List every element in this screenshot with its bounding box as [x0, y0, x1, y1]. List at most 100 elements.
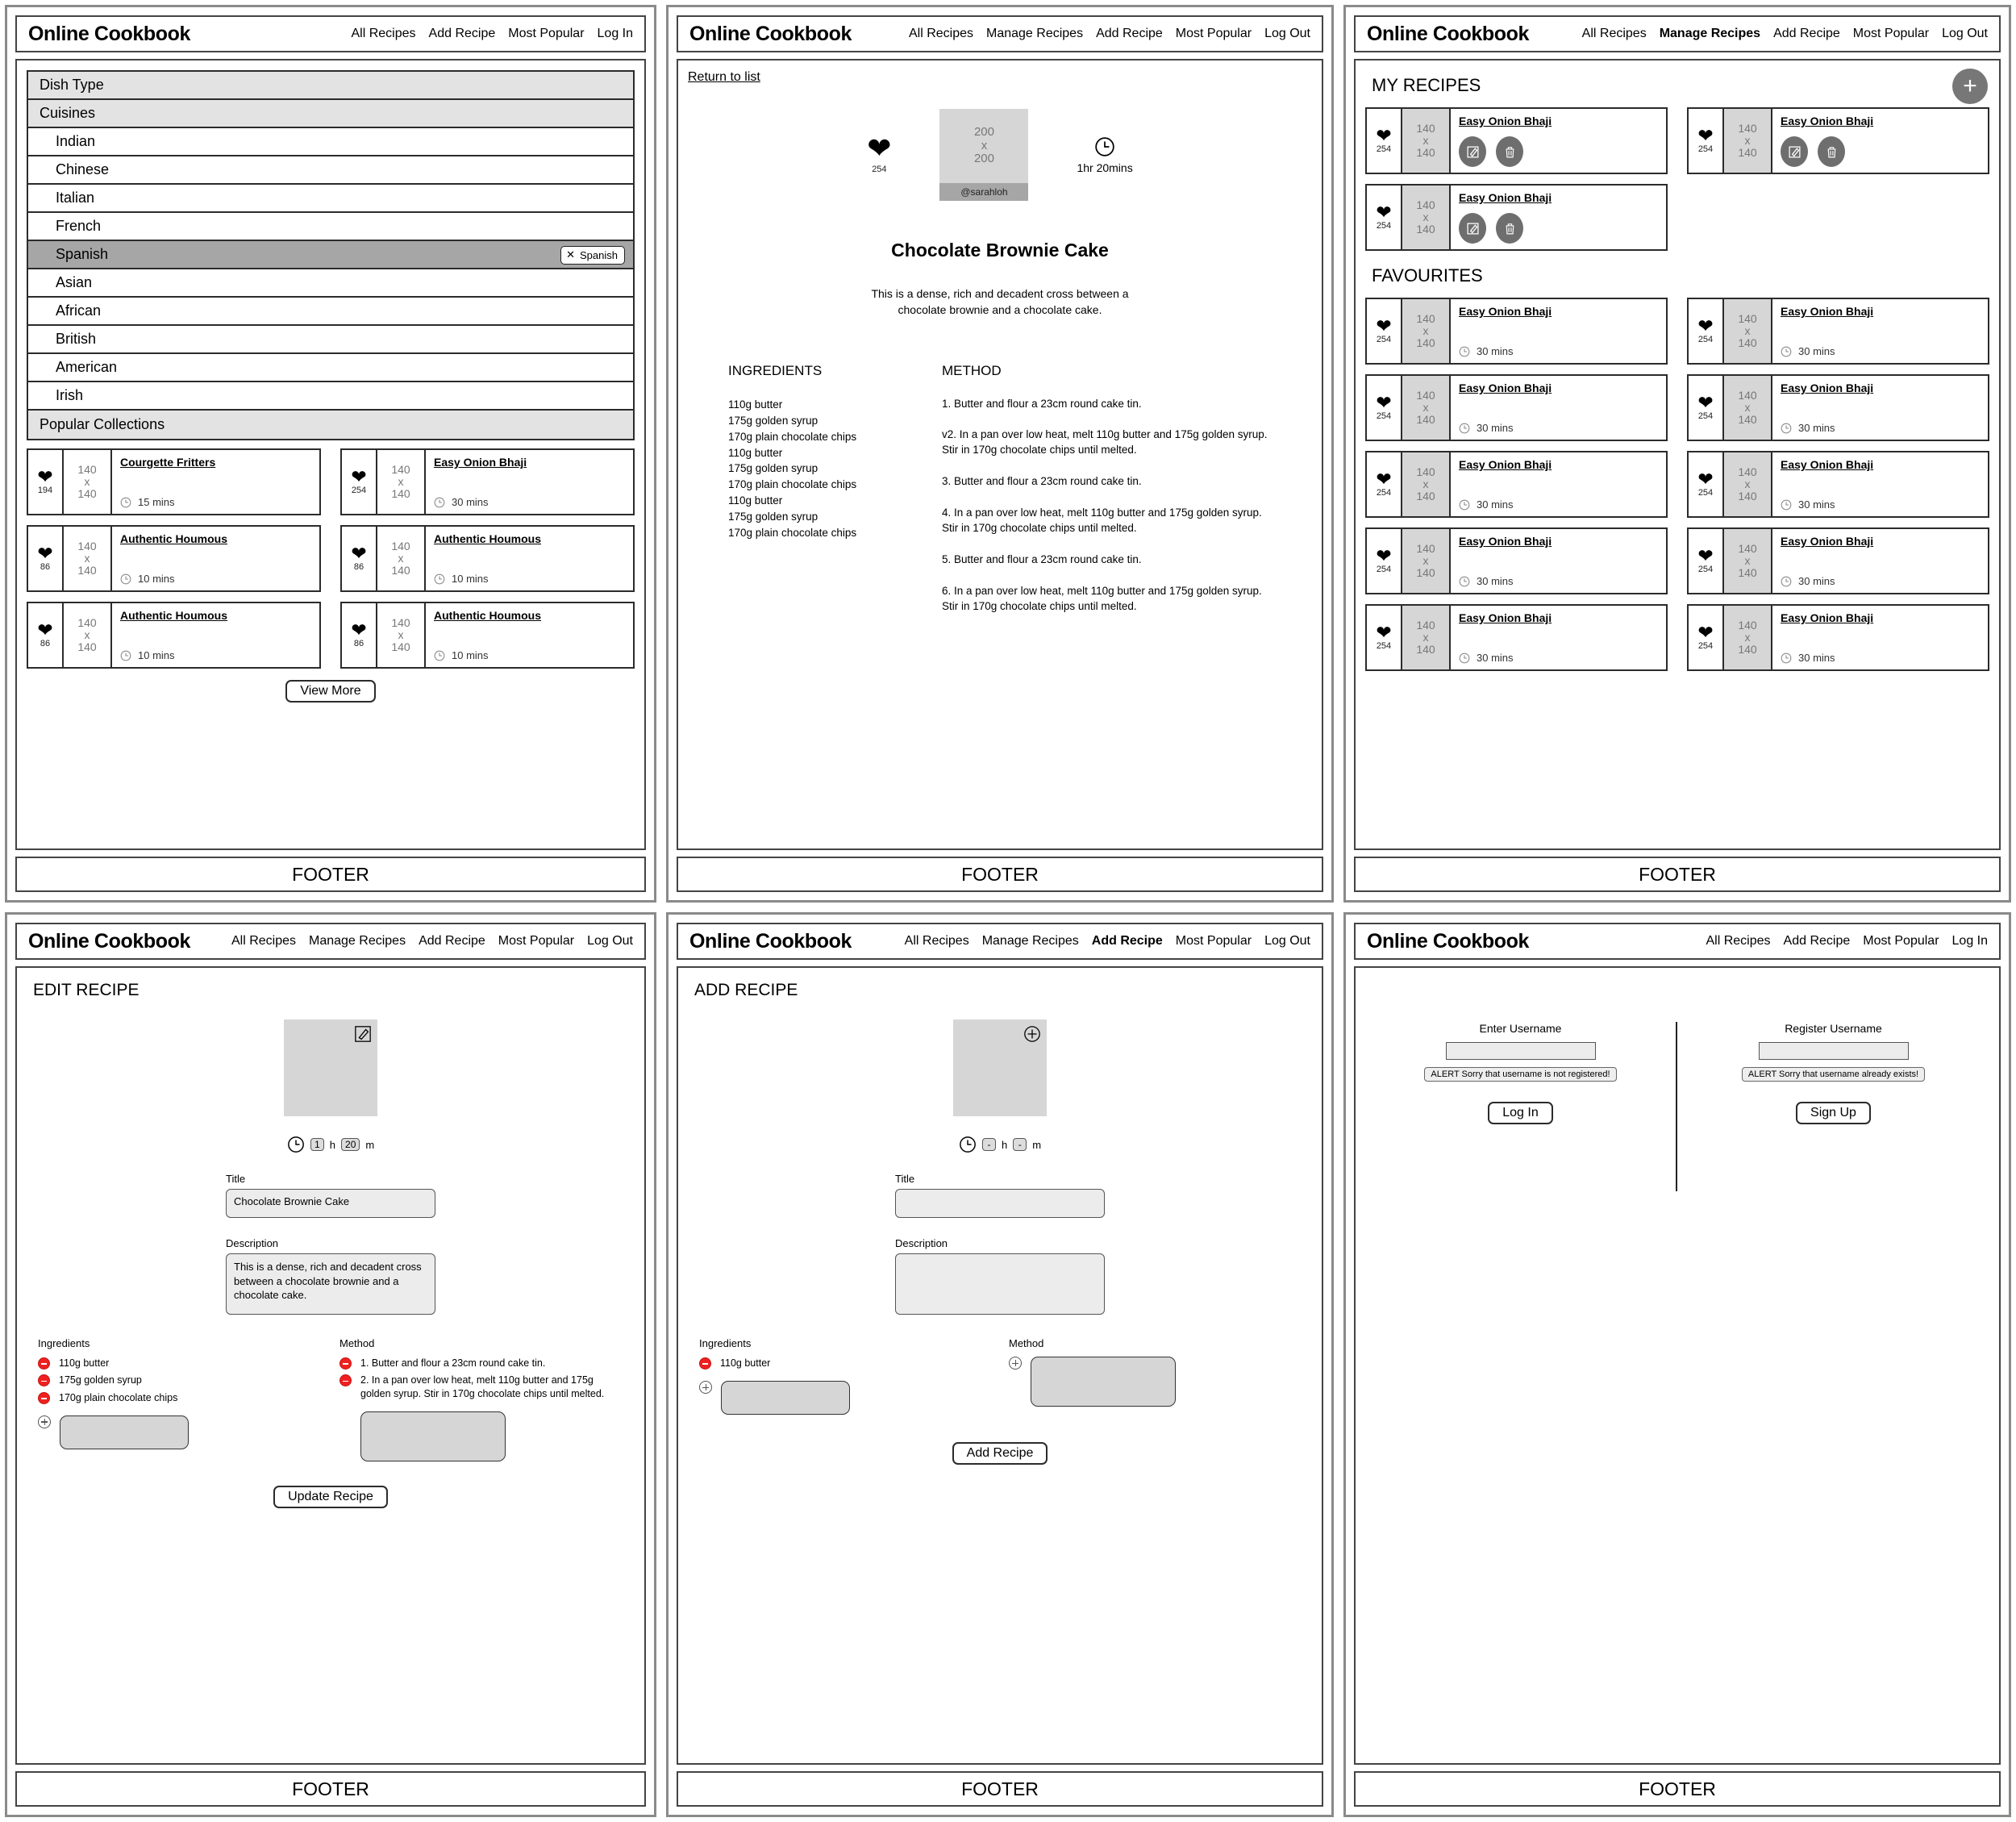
recipe-card-title[interactable]: Easy Onion Bhaji — [1459, 305, 1658, 318]
accordion-row-indian[interactable]: Indian — [28, 128, 633, 156]
nav-add-recipe[interactable]: Add Recipe — [1092, 934, 1163, 949]
nav-add-recipe[interactable]: Add Recipe — [429, 27, 496, 41]
title-input[interactable]: Chocolate Brownie Cake — [226, 1189, 435, 1218]
login-username-input[interactable] — [1445, 1042, 1596, 1060]
brand-logo[interactable]: Online Cookbook — [689, 930, 852, 953]
favourite-counter[interactable]: ❤ 254 — [342, 450, 377, 514]
favourite-counter[interactable]: ❤ 254 — [1367, 606, 1402, 669]
edit-pencil-icon[interactable] — [354, 1025, 372, 1047]
favourite-counter[interactable]: ❤ 254 — [1689, 529, 1724, 593]
view-more-button[interactable]: View More — [285, 680, 376, 703]
nav-most-popular[interactable]: Most Popular — [1853, 27, 1929, 41]
favourite-counter[interactable]: ❤ 254 — [1367, 109, 1402, 173]
nav-manage-recipes[interactable]: Manage Recipes — [309, 934, 406, 949]
favourite-counter[interactable]: ❤ 194 — [28, 450, 64, 514]
accordion-row-british[interactable]: British — [28, 326, 633, 354]
recipe-card[interactable]: ❤ 254 140 x 140 Easy Onion Bhaji 30 mins — [1365, 374, 1668, 441]
delete-recipe-button[interactable] — [1496, 136, 1523, 167]
nav-manage-recipes[interactable]: Manage Recipes — [1660, 27, 1760, 41]
accordion-row-french[interactable]: French — [28, 213, 633, 241]
recipe-card-title[interactable]: Courgette Fritters — [120, 456, 311, 469]
favourite-counter[interactable]: ❤ 254 — [1367, 299, 1402, 363]
hours-input[interactable]: 1 — [310, 1138, 324, 1151]
nav-manage-recipes[interactable]: Manage Recipes — [986, 27, 1083, 41]
register-username-input[interactable] — [1758, 1042, 1909, 1060]
favourite-counter[interactable]: ❤ 86 — [342, 603, 377, 667]
nav-add-recipe[interactable]: Add Recipe — [1784, 934, 1851, 949]
recipe-card[interactable]: ❤ 254 140 x 140 Easy Onion Bhaji 30 mins — [1365, 298, 1668, 365]
recipe-card-title[interactable]: Easy Onion Bhaji — [1781, 381, 1980, 394]
remove-icon[interactable] — [38, 1391, 50, 1404]
accordion-row-american[interactable]: American — [28, 354, 633, 382]
recipe-card-title[interactable]: Authentic Houmous — [120, 609, 311, 622]
recipe-card[interactable]: ❤ 254 140 x 140 Easy Onion Bhaji 30 mins — [1687, 374, 1989, 441]
nav-log-out[interactable]: Log Out — [587, 934, 633, 949]
nav-add-recipe[interactable]: Add Recipe — [1096, 27, 1163, 41]
nav-log-out[interactable]: Log Out — [1264, 27, 1310, 41]
nav-log-in[interactable]: Log In — [598, 27, 633, 41]
recipe-card-title[interactable]: Easy Onion Bhaji — [1781, 305, 1980, 318]
nav-log-out[interactable]: Log Out — [1942, 27, 1988, 41]
description-textarea[interactable] — [895, 1253, 1105, 1315]
edit-recipe-button[interactable] — [1459, 136, 1486, 167]
recipe-card[interactable]: ❤ 254 140 x 140 Easy Onion Bhaji 30 mins — [1687, 527, 1989, 594]
favourite-counter[interactable]: ❤ 254 — [1367, 186, 1402, 249]
recipe-card-title[interactable]: Easy Onion Bhaji — [1459, 611, 1658, 624]
add-recipe-fab[interactable]: + — [1952, 69, 1988, 104]
nav-log-in[interactable]: Log In — [1952, 934, 1988, 949]
hours-input[interactable]: - — [981, 1138, 996, 1151]
author-handle[interactable]: @sarahloh — [939, 183, 1029, 201]
minutes-input[interactable]: - — [1013, 1138, 1027, 1151]
update-recipe-button[interactable]: Update Recipe — [273, 1485, 388, 1508]
nav-all-recipes[interactable]: All Recipes — [352, 27, 416, 41]
edit-recipe-button[interactable] — [1459, 213, 1486, 244]
recipe-card-title[interactable]: Authentic Houmous — [120, 532, 311, 545]
nav-most-popular[interactable]: Most Popular — [508, 27, 584, 41]
accordion-row-cuisines[interactable]: Cuisines — [28, 100, 633, 128]
recipe-card[interactable]: ❤ 86 140 x 140 Authentic Houmous 10 mins — [27, 525, 321, 592]
new-method-input[interactable] — [360, 1411, 506, 1461]
favourite-counter[interactable]: ❤ 254 — [867, 133, 891, 174]
accordion-row-spanish[interactable]: Spanish ✕ Spanish — [28, 241, 633, 269]
recipe-card-title[interactable]: Easy Onion Bhaji — [1459, 458, 1658, 471]
delete-recipe-button[interactable] — [1496, 213, 1523, 244]
recipe-card[interactable]: ❤ 254 140 x 140 Easy Onion Bhaji 30 mins — [1365, 451, 1668, 518]
recipe-card[interactable]: ❤ 254 140 x 140 Easy Onion Bhaji 30 mins — [1687, 298, 1989, 365]
recipe-card[interactable]: ❤ 254 140 x 140 Easy Onion Bhaji 30 mins — [1365, 527, 1668, 594]
recipe-card-title[interactable]: Easy Onion Bhaji — [1459, 381, 1658, 394]
favourite-counter[interactable]: ❤ 254 — [1367, 452, 1402, 516]
new-ingredient-input[interactable] — [60, 1415, 189, 1449]
accordion-row-dish-type[interactable]: Dish Type — [28, 72, 633, 100]
description-textarea[interactable]: This is a dense, rich and decadent cross… — [226, 1253, 435, 1315]
accordion-row-popular-collections[interactable]: Popular Collections — [28, 411, 633, 439]
nav-most-popular[interactable]: Most Popular — [1176, 934, 1252, 949]
title-input[interactable] — [895, 1189, 1105, 1218]
favourite-counter[interactable]: ❤ 86 — [342, 527, 377, 590]
cook-time-picker[interactable]: - h - m — [959, 1136, 1041, 1153]
new-ingredient-input[interactable] — [721, 1381, 850, 1415]
brand-logo[interactable]: Online Cookbook — [689, 23, 852, 46]
cook-time-picker[interactable]: 1 h 20 m — [287, 1136, 374, 1153]
brand-logo[interactable]: Online Cookbook — [1367, 930, 1529, 953]
close-icon[interactable]: ✕ — [566, 248, 575, 261]
nav-all-recipes[interactable]: All Recipes — [905, 934, 969, 949]
active-filter-chip[interactable]: ✕ Spanish — [560, 246, 625, 265]
accordion-row-irish[interactable]: Irish — [28, 382, 633, 411]
recipe-card[interactable]: ❤ 254 140 x 140 Easy Onion Bhaji 30 mins — [1687, 604, 1989, 671]
recipe-image-uploader[interactable] — [284, 1019, 377, 1116]
recipe-card-title[interactable]: Easy Onion Bhaji — [1459, 191, 1658, 204]
edit-recipe-button[interactable] — [1781, 136, 1808, 167]
nav-log-out[interactable]: Log Out — [1264, 934, 1310, 949]
favourite-counter[interactable]: ❤ 254 — [1689, 376, 1724, 440]
nav-most-popular[interactable]: Most Popular — [1863, 934, 1939, 949]
minutes-input[interactable]: 20 — [341, 1138, 360, 1151]
nav-all-recipes[interactable]: All Recipes — [1582, 27, 1647, 41]
add-recipe-button[interactable]: Add Recipe — [952, 1442, 1048, 1466]
recipe-card[interactable]: ❤ 194 140 x 140 Courgette Fritters 15 mins — [27, 448, 321, 515]
brand-logo[interactable]: Online Cookbook — [28, 23, 190, 46]
remove-icon[interactable] — [339, 1357, 352, 1370]
plus-icon[interactable] — [38, 1415, 51, 1428]
brand-logo[interactable]: Online Cookbook — [28, 930, 190, 953]
plus-icon[interactable] — [1009, 1357, 1022, 1370]
nav-most-popular[interactable]: Most Popular — [498, 934, 574, 949]
